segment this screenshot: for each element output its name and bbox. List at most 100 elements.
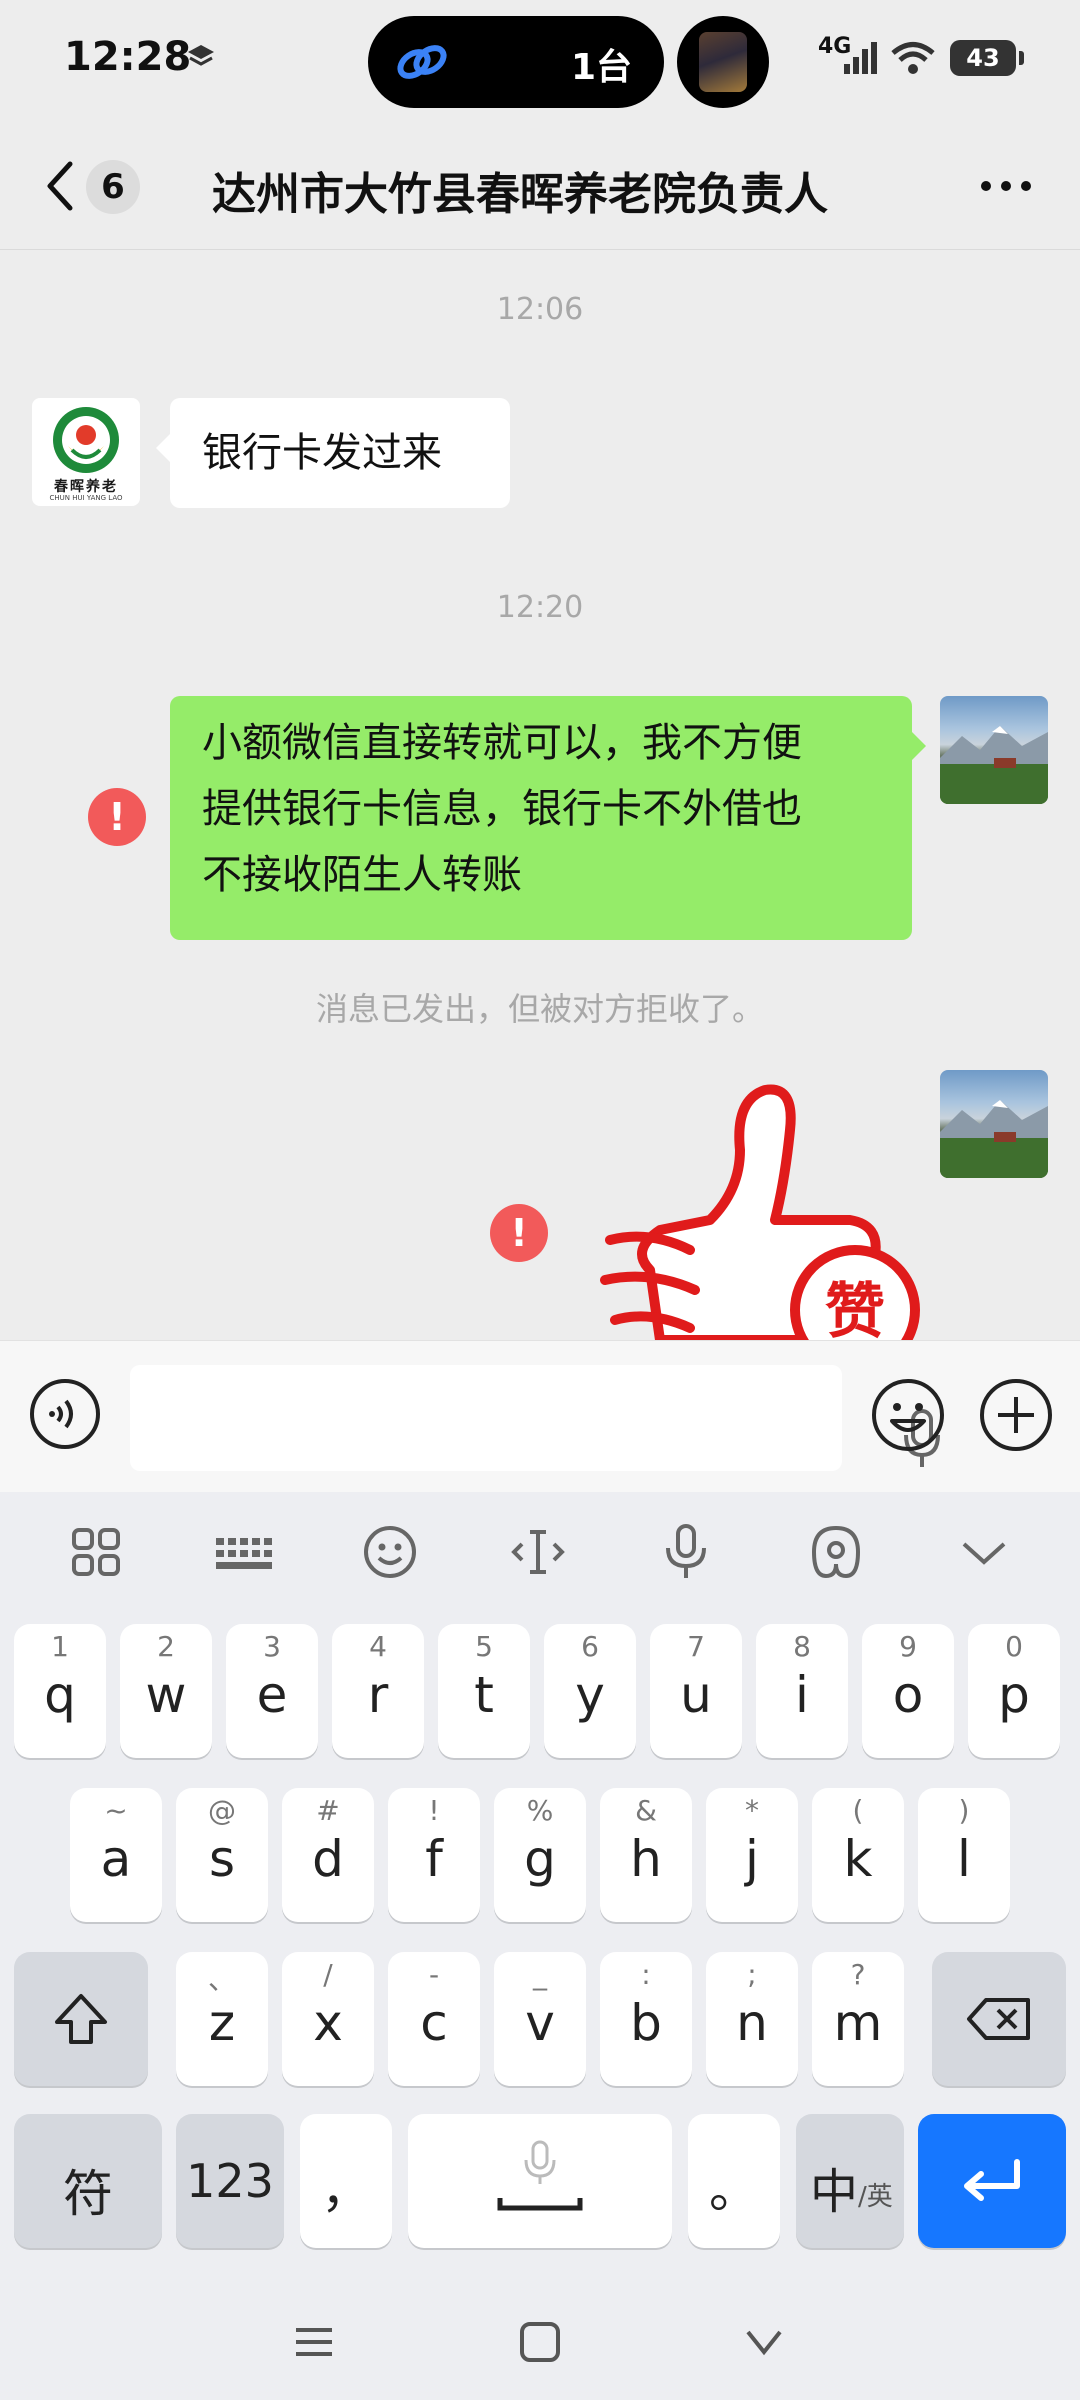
enter-key[interactable] [918,2114,1066,2248]
key-label: k [843,1830,873,1888]
emoji-icon[interactable] [870,1377,946,1453]
space-key[interactable] [408,2114,672,2248]
key-s[interactable]: @ s [176,1788,268,1922]
period-key[interactable]: 。 [688,2114,780,2248]
key-x[interactable]: / x [282,1952,374,2086]
message-text: 银行卡发过来 [202,430,442,476]
media-island[interactable] [677,16,769,108]
apps-grid-icon[interactable] [66,1522,126,1582]
thumbs-up-sticker[interactable]: 赞 [590,1070,920,1340]
backspace-key[interactable] [932,1952,1066,2086]
key-hint: 8 [793,1630,811,1663]
key-hint: 7 [687,1630,705,1663]
key-i[interactable]: 8i [756,1624,848,1758]
number-key-label: 123 [186,2154,274,2208]
my-avatar[interactable] [940,696,1048,804]
key-f[interactable]: ! f [388,1788,480,1922]
contact-avatar[interactable]: 春晖养老 CHUN HUI YANG LAO [32,398,140,506]
signal-icon [844,42,877,74]
plus-icon[interactable] [978,1377,1054,1453]
message-text-line: 小额微信直接转就可以，我不方便 [202,720,802,766]
key-t[interactable]: 5t [438,1624,530,1758]
symbol-key[interactable]: 符 [14,2114,162,2248]
home-icon[interactable] [518,2320,562,2364]
key-a[interactable]: ~ a [70,1788,162,1922]
chat-title: 达州市大竹县春晖养老院负责人 [212,169,828,220]
key-label: r [367,1666,389,1724]
key-j[interactable]: * j [706,1788,798,1922]
comma-key[interactable]: ， [300,2114,392,2248]
key-o[interactable]: 9o [862,1624,954,1758]
key-label: x [313,1994,343,2052]
key-q[interactable]: 1q [14,1624,106,1758]
key-c[interactable]: -c [388,1952,480,2086]
key-b[interactable]: :b [600,1952,692,2086]
cursor-icon[interactable] [508,1522,568,1582]
key-hint: 9 [899,1630,917,1663]
screen: { "status_bar":{"time":"12:28","island_l… [0,0,1080,2400]
emoji-icon[interactable] [360,1522,420,1582]
wifi-icon [891,42,935,74]
key-label: m [833,1994,883,2052]
key-label: w [145,1666,187,1724]
outgoing-message-bubble[interactable]: 小额微信直接转就可以，我不方便 提供银行卡信息，银行卡不外借也 不接收陌生人转账 [170,696,926,940]
number-key[interactable]: 123 [176,2114,284,2248]
key-h[interactable]: & h [600,1788,692,1922]
key-l[interactable]: ) l [918,1788,1010,1922]
key-p[interactable]: 0p [968,1624,1060,1758]
voice-input-icon[interactable] [28,1377,102,1451]
key-label: a [100,1830,132,1888]
status-bar: 12:28 1台 4G 43 [0,0,1080,120]
key-v[interactable]: _ v [494,1952,586,2086]
more-options-icon[interactable] [976,166,1036,206]
unread-count-badge[interactable]: 6 [86,160,140,214]
shift-arrow-icon [55,1994,107,2044]
microphone-icon[interactable] [656,1522,716,1582]
key-hint: _ [533,1958,547,1991]
enter-icon [964,2159,1020,2201]
key-z[interactable]: 、 z [176,1952,268,2086]
shift-key[interactable] [14,1952,148,2086]
key-y[interactable]: 6y [544,1624,636,1758]
key-hint: ( [852,1794,864,1827]
key-label: y [575,1666,605,1724]
key-r[interactable]: 4r [332,1624,424,1758]
hide-keyboard-icon[interactable] [742,2320,786,2364]
message-input[interactable] [130,1365,940,1471]
incoming-message-bubble[interactable]: 银行卡发过来 [156,398,510,508]
key-label: d [312,1830,344,1888]
send-failed-icon[interactable]: ! [88,788,146,846]
key-hint: 2 [157,1630,175,1663]
key-k[interactable]: (k [812,1788,904,1922]
key-w[interactable]: 2w [120,1624,212,1758]
key-label: l [957,1830,971,1888]
key-hint: @ [208,1794,236,1827]
menu-icon[interactable] [292,2320,336,2364]
link-icon [397,45,447,79]
back-arrow-icon[interactable] [40,158,80,214]
key-hint: ! [428,1794,440,1827]
key-n[interactable]: ; n [706,1952,798,2086]
language-sub-label: /英 [858,2182,893,2212]
my-avatar[interactable] [940,1070,1048,1178]
ai-assistant-icon[interactable] [806,1522,866,1582]
language-switch-key[interactable]: 中 /英 [796,2114,904,2248]
key-hint: 0 [1005,1630,1023,1663]
key-label: v [525,1994,555,2052]
key-e[interactable]: 3e [226,1624,318,1758]
collapse-chevron-icon[interactable] [954,1522,1014,1582]
period-key-label: 。 [709,2161,759,2219]
key-hint: 4 [369,1630,387,1663]
key-g[interactable]: % g [494,1788,586,1922]
message-list[interactable]: 12:06 春晖养老 CHUN HUI YANG LAO 银行卡发过来 12:2… [0,250,1080,1340]
dynamic-island[interactable]: 1台 [368,16,664,108]
key-m[interactable]: ? m [812,1952,904,2086]
key-d[interactable]: # d [282,1788,374,1922]
send-failed-icon[interactable]: ! [490,1204,548,1262]
key-hint: 6 [581,1630,599,1663]
keyboard-layout-icon[interactable] [214,1522,274,1582]
key-hint: - [428,1958,440,1991]
language-main-label: 中 [810,2164,859,2220]
key-label: p [998,1666,1030,1724]
key-u[interactable]: 7u [650,1624,742,1758]
